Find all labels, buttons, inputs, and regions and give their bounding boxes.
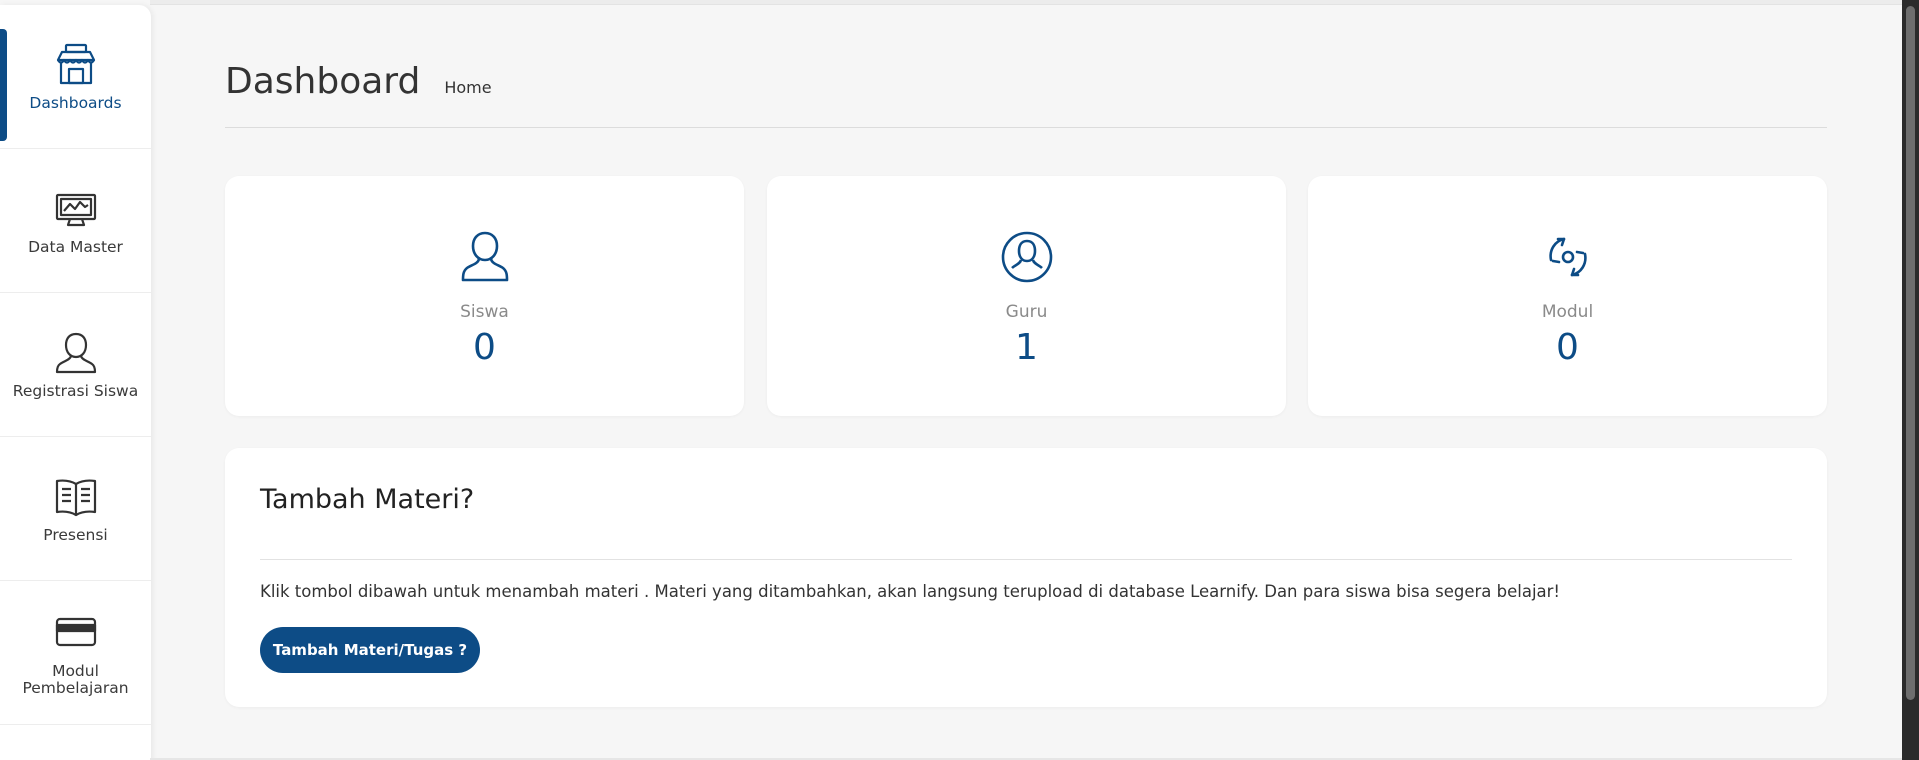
page-title: Dashboard xyxy=(225,61,421,102)
stat-value: 0 xyxy=(473,327,496,368)
scrollbar-thumb[interactable] xyxy=(1906,6,1915,700)
book-icon xyxy=(55,479,96,517)
scrollbar[interactable] xyxy=(1902,0,1919,760)
sidebar-item-modul-pembelajaran[interactable]: Modul Pembelajaran xyxy=(0,581,151,725)
module-sync-icon xyxy=(1548,237,1587,277)
sidebar-item-label: Registrasi Siswa xyxy=(12,382,139,400)
sidebar-item-label: Presensi xyxy=(43,526,108,544)
sidebar-item-registrasi-siswa[interactable]: Registrasi Siswa xyxy=(0,293,151,437)
stat-card-modul: Modul 0 xyxy=(1308,176,1827,416)
app-window: Dashboards Data Master Registrasi Siswa xyxy=(0,0,1919,760)
student-icon xyxy=(461,231,508,282)
sidebar-item-presensi[interactable]: Presensi xyxy=(0,437,151,581)
page-header: Dashboard Home xyxy=(225,58,1827,128)
teacher-icon xyxy=(1001,231,1052,283)
top-strip xyxy=(150,0,1902,5)
user-icon xyxy=(55,332,96,374)
sidebar-item-dashboards[interactable]: Dashboards xyxy=(0,5,151,149)
stat-card-siswa: Siswa 0 xyxy=(225,176,744,416)
monitor-icon xyxy=(55,193,96,227)
stat-label: Siswa xyxy=(460,302,509,322)
card-icon xyxy=(55,617,96,646)
stat-value: 0 xyxy=(1556,327,1579,368)
stat-label: Modul xyxy=(1541,302,1594,322)
add-material-card: Tambah Materi? Klik tombol dibawah untuk… xyxy=(225,448,1827,707)
stat-value: 1 xyxy=(1015,327,1038,368)
active-indicator xyxy=(0,29,7,141)
add-material-title: Tambah Materi? xyxy=(260,484,475,515)
sidebar-item-label: Modul Pembelajaran xyxy=(22,661,129,697)
sidebar-item-label: Data Master xyxy=(28,238,123,256)
sidebar: Dashboards Data Master Registrasi Siswa xyxy=(0,5,151,760)
stat-label: Guru xyxy=(1005,302,1048,322)
add-material-description: Klik tombol dibawah untuk menambah mater… xyxy=(260,582,1561,601)
sidebar-item-data-master[interactable]: Data Master xyxy=(0,149,151,293)
stat-cards: Siswa 0 Guru 1 Modul 0 xyxy=(225,176,1827,416)
add-material-button[interactable]: Tambah Materi/Tugas ? xyxy=(260,627,480,673)
stat-card-guru: Guru 1 xyxy=(767,176,1286,416)
divider xyxy=(260,559,1792,560)
sidebar-item-label: Dashboards xyxy=(29,94,122,112)
breadcrumb[interactable]: Home xyxy=(444,78,491,97)
dashboard-shop-icon xyxy=(56,43,95,85)
